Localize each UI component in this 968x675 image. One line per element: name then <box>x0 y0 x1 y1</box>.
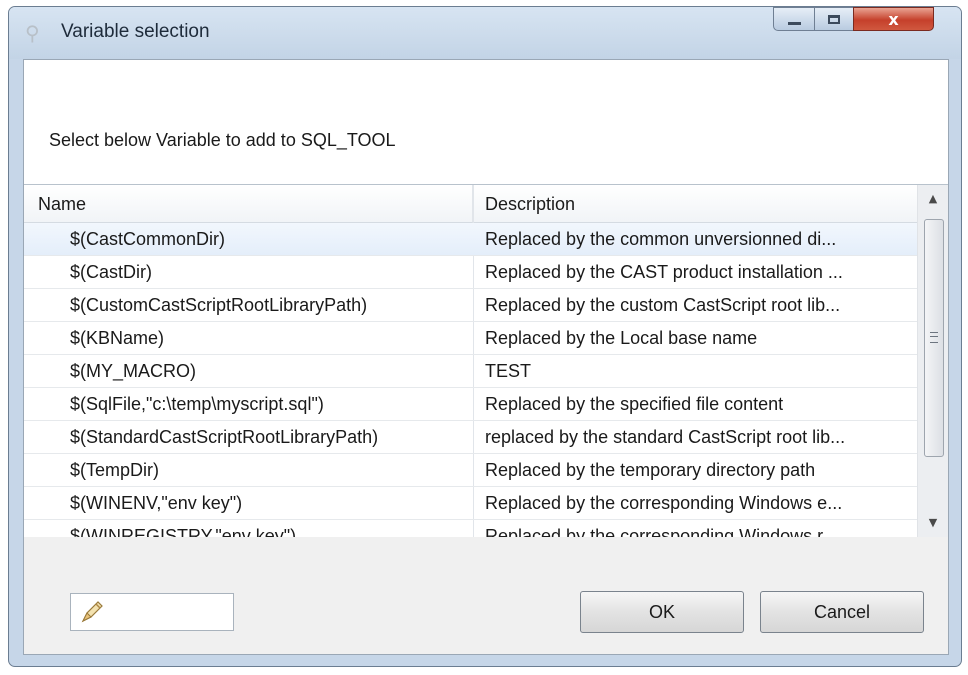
scroll-up-icon[interactable]: ▲ <box>918 185 948 213</box>
table-row[interactable]: $(CastDir) Replaced by the CAST product … <box>24 256 917 289</box>
scrollbar-thumb[interactable] <box>924 219 944 457</box>
table-row[interactable]: $(CustomCastScriptRootLibraryPath) Repla… <box>24 289 917 322</box>
cell-description: Replaced by the common unversionned di..… <box>485 229 837 249</box>
cell-description: Replaced by the Local base name <box>485 328 758 348</box>
cell-name: $(CustomCastScriptRootLibraryPath) <box>70 295 368 315</box>
title-bar[interactable]: ⚲ Variable selection x <box>9 7 961 59</box>
variable-table: Name Description $(CastCommonDir) Replac… <box>24 184 948 538</box>
cell-name: $(SqlFile,"c:\temp\myscript.sql") <box>70 394 324 414</box>
grip-icon <box>930 332 938 343</box>
cell-name: $(CastDir) <box>70 262 153 282</box>
minimize-button[interactable] <box>773 7 815 31</box>
table-row[interactable]: $(KBName) Replaced by the Local base nam… <box>24 322 917 355</box>
dialog-header: Select below Variable to add to SQL_TOOL <box>24 60 948 184</box>
cancel-button[interactable]: Cancel <box>760 591 924 633</box>
cell-description: Replaced by the specified file content <box>485 394 784 414</box>
window-title: Variable selection <box>61 21 210 42</box>
ok-button[interactable]: OK <box>580 591 744 633</box>
cell-description: Replaced by the corresponding Windows e.… <box>485 493 843 513</box>
maximize-button[interactable] <box>814 7 854 31</box>
column-header-description[interactable]: Description <box>473 185 917 223</box>
table-row[interactable]: $(WINREGISTRY,"env key") Replaced by the… <box>24 520 917 538</box>
table-row[interactable]: $(StandardCastScriptRootLibraryPath) rep… <box>24 421 917 454</box>
instruction-text: Select below Variable to add to SQL_TOOL <box>49 130 396 150</box>
cell-name: $(CastCommonDir) <box>70 229 226 249</box>
dialog-content: Select below Variable to add to SQL_TOOL… <box>23 59 949 655</box>
table-row[interactable]: $(WINENV,"env key") Replaced by the corr… <box>24 487 917 520</box>
cell-name: $(WINENV,"env key") <box>70 493 243 513</box>
cell-name: $(KBName) <box>70 328 165 348</box>
table-row[interactable]: $(CastCommonDir) Replaced by the common … <box>24 223 917 256</box>
table-row[interactable]: $(TempDir) Replaced by the temporary dir… <box>24 454 917 487</box>
cell-name: $(TempDir) <box>70 460 160 480</box>
column-header-name[interactable]: Name <box>24 185 473 223</box>
table-rows: $(CastCommonDir) Replaced by the common … <box>24 223 917 538</box>
cell-description: replaced by the standard CastScript root… <box>485 427 846 447</box>
cell-description: Replaced by the custom CastScript root l… <box>485 295 841 315</box>
dialog-footer: OK Cancel <box>24 537 948 654</box>
minimize-icon <box>787 22 801 25</box>
maximize-icon <box>828 14 840 24</box>
cell-name: $(WINREGISTRY,"env key") <box>70 526 297 538</box>
pen-icon <box>81 601 103 623</box>
table-row[interactable]: $(MY_MACRO) TEST <box>24 355 917 388</box>
cell-description: TEST <box>485 361 532 381</box>
cell-name: $(MY_MACRO) <box>70 361 197 381</box>
cell-description: Replaced by the CAST product installatio… <box>485 262 843 282</box>
close-button[interactable]: x <box>853 7 934 31</box>
filter-input[interactable] <box>70 593 234 631</box>
variable-selection-dialog: ⚲ Variable selection x Select below Vari… <box>8 6 962 667</box>
cell-description: Replaced by the corresponding Windows r.… <box>485 526 838 538</box>
cell-name: $(StandardCastScriptRootLibraryPath) <box>70 427 379 447</box>
close-icon: x <box>888 9 899 29</box>
tool-icon: ⚲ <box>25 21 40 45</box>
table-row[interactable]: $(SqlFile,"c:\temp\myscript.sql") Replac… <box>24 388 917 421</box>
scroll-down-icon[interactable]: ▼ <box>918 509 948 537</box>
vertical-scrollbar[interactable]: ▲ ▼ <box>917 185 948 537</box>
cell-description: Replaced by the temporary directory path <box>485 460 816 480</box>
